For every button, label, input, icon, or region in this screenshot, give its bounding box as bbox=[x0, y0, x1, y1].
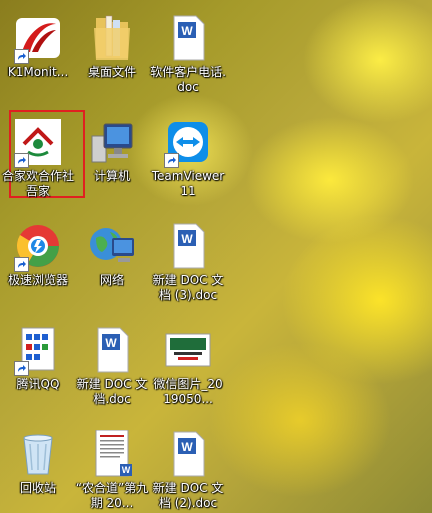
desktop-icon-word-doc-new[interactable]: W 新建 DOC 文档.doc bbox=[74, 326, 150, 407]
desktop-icon-wechat-image[interactable]: 微信图片_2019050... bbox=[150, 326, 226, 407]
desktop-icon-label: TeamViewer 11 bbox=[151, 169, 225, 198]
desktop-icon-label: “农合道”第九期 20... bbox=[75, 481, 149, 510]
teamviewer-icon bbox=[164, 118, 212, 168]
shortcut-arrow-icon bbox=[14, 361, 29, 376]
desktop-icon-label: 计算机 bbox=[93, 169, 130, 183]
desktop-icon-nonghedao[interactable]: W “农合道”第九期 20... bbox=[74, 429, 150, 511]
shortcut-arrow-icon bbox=[164, 153, 179, 168]
desktop-icon-word-doc-2[interactable]: W 新建 DOC 文档 (2).doc bbox=[150, 430, 226, 511]
desktop-icon-recycle-bin[interactable]: 回收站 bbox=[0, 430, 76, 496]
desktop-icon-browser[interactable]: 极速浏览器 bbox=[0, 222, 76, 288]
k1monitor-icon bbox=[14, 14, 62, 64]
desktop-icon-label: 新建 DOC 文档.doc bbox=[76, 377, 148, 406]
desktop-icon-computer[interactable]: 计算机 bbox=[74, 118, 150, 184]
desktop-icon-label: 新建 DOC 文档 (3).doc bbox=[152, 273, 224, 302]
desktop-icon-qq[interactable]: 腾讯QQ bbox=[0, 326, 76, 392]
folder-icon bbox=[88, 14, 136, 62]
word-document-icon: W bbox=[88, 326, 136, 374]
desktop-icon-cooperative[interactable]: 合家欢合作社吾家 bbox=[0, 118, 76, 199]
document-preview-icon: W bbox=[88, 429, 136, 478]
svg-text:W: W bbox=[181, 24, 193, 38]
word-document-icon: W bbox=[164, 222, 212, 270]
desktop-icon-label: 极速浏览器 bbox=[7, 273, 68, 287]
desktop-icon-label: 微信图片_2019050... bbox=[153, 377, 223, 406]
desktop-icon-word-doc[interactable]: W 软件客户电话.doc bbox=[150, 14, 226, 95]
browser-icon bbox=[14, 222, 62, 272]
shortcut-arrow-icon bbox=[14, 49, 29, 64]
desktop-icon-k1monitor[interactable]: K1Monit... bbox=[0, 14, 76, 80]
desktop-icon-label: 新建 DOC 文档 (2).doc bbox=[152, 481, 224, 510]
shortcut-arrow-icon bbox=[14, 257, 29, 272]
desktop-icon-label: 桌面文件 bbox=[87, 65, 136, 79]
desktop-icon-label: 回收站 bbox=[19, 481, 56, 495]
svg-text:W: W bbox=[181, 440, 193, 454]
desktop-icon-label: 软件客户电话.doc bbox=[150, 65, 226, 94]
desktop-icon-desktop-files[interactable]: 桌面文件 bbox=[74, 14, 150, 80]
desktop-icon-label: 腾讯QQ bbox=[16, 377, 60, 391]
desktop-icon-label: K1Monit... bbox=[7, 65, 69, 79]
recycle-bin-icon bbox=[14, 430, 62, 478]
qq-icon bbox=[14, 326, 62, 376]
desktop-icon-network[interactable]: 网络 bbox=[74, 222, 150, 288]
word-document-icon: W bbox=[164, 430, 212, 478]
desktop-icon-label: 网络 bbox=[99, 273, 124, 287]
svg-text:W: W bbox=[105, 336, 117, 350]
word-document-icon: W bbox=[164, 14, 212, 62]
shortcut-arrow-icon bbox=[14, 153, 29, 168]
svg-text:W: W bbox=[122, 465, 131, 475]
desktop-icon-teamviewer[interactable]: TeamViewer 11 bbox=[150, 118, 226, 199]
desktop-icon-word-doc-3[interactable]: W 新建 DOC 文档 (3).doc bbox=[150, 222, 226, 303]
cooperative-logo-icon bbox=[14, 118, 62, 168]
network-globe-icon bbox=[88, 222, 136, 270]
image-thumbnail-icon bbox=[164, 326, 212, 374]
desktop-icon-label: 合家欢合作社吾家 bbox=[1, 169, 74, 198]
computer-icon bbox=[88, 118, 136, 166]
svg-text:W: W bbox=[181, 232, 193, 246]
